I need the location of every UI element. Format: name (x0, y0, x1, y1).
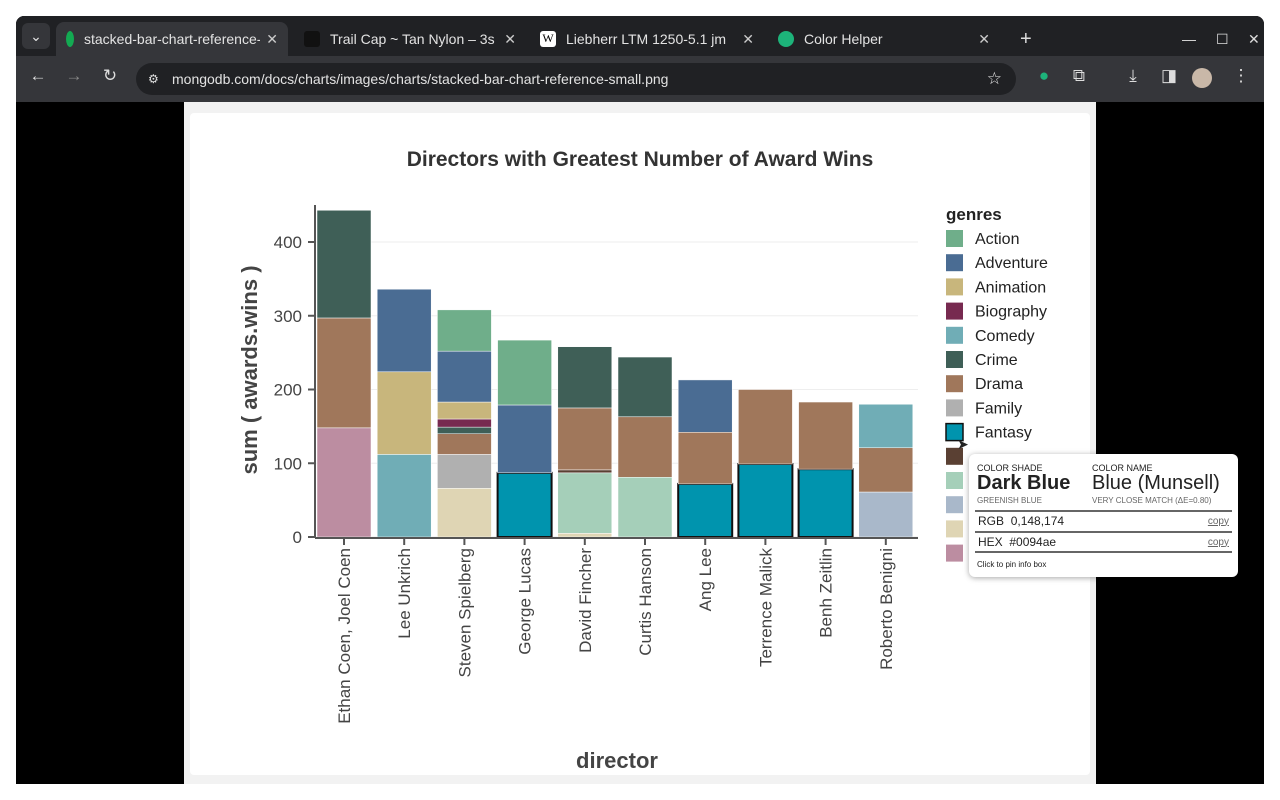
bar-segment[interactable] (557, 472, 613, 534)
bar-segment[interactable] (557, 407, 613, 471)
bar-segment[interactable] (316, 427, 372, 538)
color-info-tooltip[interactable]: COLOR SHADE Dark Blue GREENISH BLUE COLO… (969, 454, 1238, 577)
bar-segment[interactable] (437, 454, 492, 489)
x-tick-label: Roberto Benigni (877, 548, 896, 670)
bar-segment[interactable] (437, 433, 492, 455)
rgb-value: 0,148,174 (1010, 514, 1065, 528)
shade-sub: GREENISH BLUE (977, 496, 1042, 505)
match-sub: VERY CLOSE MATCH (ΔE=0.80) (1092, 496, 1212, 505)
y-tick-label: 100 (274, 454, 302, 473)
bar-segment[interactable] (437, 426, 492, 434)
bar-segment[interactable] (737, 462, 794, 538)
y-tick-label: 300 (274, 307, 302, 326)
legend-label[interactable]: Crime (975, 352, 1018, 369)
legend-label[interactable]: Drama (975, 376, 1023, 393)
legend-label[interactable]: Animation (975, 279, 1046, 296)
legend-label[interactable]: Comedy (975, 328, 1035, 345)
bar-segment[interactable] (376, 454, 432, 538)
x-tick-label: Steven Spielberg (455, 548, 474, 677)
bar-segment[interactable] (858, 404, 914, 449)
bar-segment[interactable] (376, 371, 432, 455)
chart-title: Directors with Greatest Number of Award … (407, 148, 874, 171)
legend-swatch[interactable] (946, 278, 963, 296)
legend-swatch[interactable] (946, 520, 963, 538)
hex-value: #0094ae (1009, 535, 1057, 549)
bar-segment[interactable] (617, 416, 673, 478)
legend-swatch[interactable] (946, 302, 963, 320)
legend-swatch[interactable] (946, 496, 963, 514)
bar-segment[interactable] (376, 288, 432, 373)
legend-swatch[interactable] (946, 399, 963, 417)
legend-swatch[interactable] (946, 472, 963, 489)
bar-segment[interactable] (677, 379, 733, 433)
hex-label: HEX (978, 535, 1003, 549)
legend-swatch[interactable] (946, 544, 963, 562)
bar-segment[interactable] (437, 401, 492, 420)
x-tick-label: Benh Zeitlin (817, 548, 836, 638)
legend-swatch[interactable] (946, 375, 963, 393)
x-axis-label: director (576, 748, 658, 773)
pin-hint: Click to pin info box (977, 560, 1047, 569)
stacked-bar-chart: Directors with Greatest Number of Award … (237, 148, 1048, 773)
bar-segment[interactable] (617, 356, 673, 418)
copy-rgb-link[interactable]: copy (1208, 516, 1232, 527)
legend-label[interactable]: Family (975, 400, 1022, 417)
bar-segment[interactable] (798, 401, 853, 470)
y-axis-label: sum ( awards.wins ) (237, 265, 262, 474)
x-tick-label: Ethan Coen, Joel Coen (335, 548, 354, 724)
legend-swatch[interactable] (946, 326, 963, 344)
bar-segment[interactable] (497, 339, 552, 406)
bar-segment[interactable] (738, 389, 793, 465)
bar-segment[interactable] (677, 482, 734, 538)
legend-swatch[interactable] (946, 351, 963, 368)
legend-label[interactable]: Fantasy (975, 425, 1032, 442)
bar-segment[interactable] (497, 404, 552, 474)
bar-segment[interactable] (797, 468, 854, 538)
legend-title: genres (946, 205, 1002, 224)
mouse-cursor-icon: ➤ (957, 436, 969, 452)
legend-swatch[interactable] (946, 254, 963, 272)
shade-value: Dark Blue (977, 472, 1071, 494)
color-name-value: Blue (Munsell) (1092, 472, 1220, 494)
x-tick-label: Ang Lee (696, 548, 715, 611)
bar-segment[interactable] (496, 471, 553, 538)
legend-swatch[interactable] (946, 230, 963, 247)
bar-segment[interactable] (557, 533, 613, 538)
x-tick-label: Terrence Malick (756, 548, 775, 668)
x-tick-label: Lee Unkrich (395, 548, 414, 639)
legend-label[interactable]: Action (975, 231, 1019, 248)
legend-label[interactable]: Adventure (975, 255, 1048, 272)
bar-segment[interactable] (316, 317, 372, 429)
copy-hex-link[interactable]: copy (1208, 537, 1232, 548)
bar-segment[interactable] (557, 346, 613, 409)
rgb-label: RGB (978, 514, 1005, 528)
bar-segment[interactable] (437, 488, 492, 538)
y-tick-label: 200 (274, 381, 302, 400)
x-tick-label: George Lucas (516, 548, 535, 655)
y-tick-label: 400 (274, 233, 302, 252)
x-tick-label: David Fincher (576, 548, 595, 653)
bar-segment[interactable] (437, 350, 492, 403)
bar-segment[interactable] (858, 447, 914, 493)
bar-segment[interactable] (858, 491, 914, 538)
y-tick-label: 0 (293, 528, 302, 547)
bar-segment[interactable] (316, 210, 372, 319)
legend-label[interactable]: Biography (975, 304, 1047, 321)
bar-segment[interactable] (617, 477, 673, 538)
bar-segment[interactable] (677, 432, 733, 485)
x-tick-label: Curtis Hanson (636, 548, 655, 656)
bar-segment[interactable] (437, 418, 492, 428)
bar-segment[interactable] (437, 309, 492, 352)
bar-segment[interactable] (557, 469, 613, 474)
